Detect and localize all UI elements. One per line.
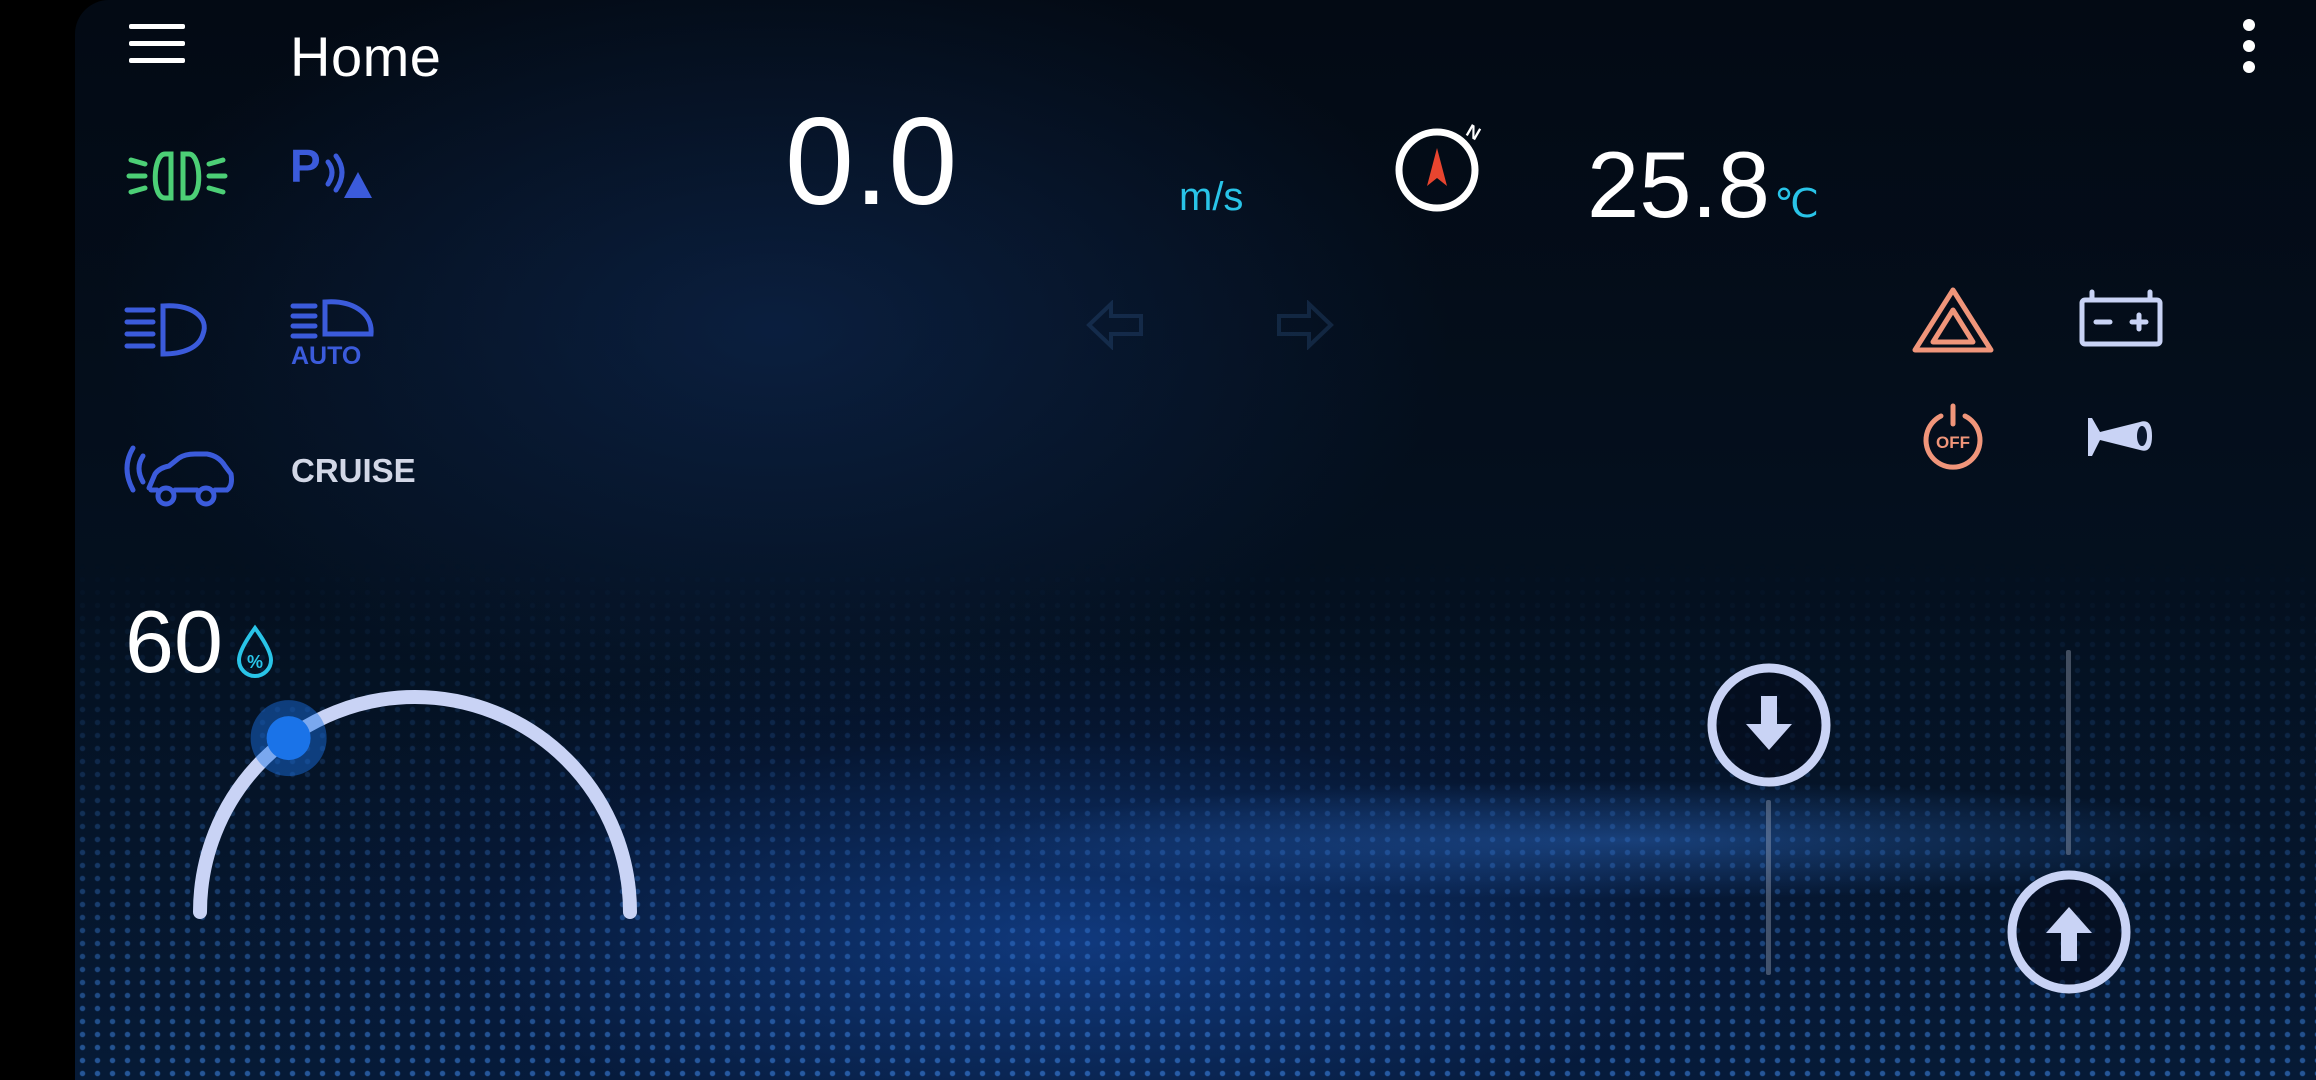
temperature-display: 25.8 ℃ (1587, 138, 1819, 232)
temperature-unit: ℃ (1773, 182, 1819, 226)
power-off-label: OFF (1936, 433, 1970, 452)
arrow-down-icon (1707, 663, 1831, 787)
humidity-arc (193, 690, 637, 919)
speed-value: 0.0 (785, 93, 958, 231)
battery-indicator[interactable] (2078, 288, 2164, 348)
more-vert-icon (2243, 19, 2255, 73)
turn-right-indicator (1275, 300, 1335, 350)
more-options-button[interactable] (2234, 18, 2264, 74)
up-button[interactable] (2006, 869, 2132, 995)
arrow-up-icon (2007, 870, 2131, 994)
fog-light-icon (126, 151, 228, 201)
compass-icon: N (1395, 120, 1484, 212)
menu-button[interactable] (127, 22, 187, 66)
turn-right-icon (1277, 300, 1334, 350)
low-beam-icon (124, 303, 207, 357)
compass[interactable]: N (1395, 118, 1489, 216)
hazard-icon (1912, 287, 1994, 353)
speed-unit: m/s (1179, 175, 1244, 219)
turn-left-icon (1086, 300, 1143, 350)
auto-headlight-icon: AUTO (290, 299, 374, 368)
parking-sensor-indicator[interactable]: P (290, 140, 374, 204)
adaptive-cruise-icon (124, 445, 234, 507)
auto-label: AUTO (291, 342, 361, 368)
turn-left-indicator (1085, 300, 1145, 350)
low-beam-indicator[interactable] (123, 300, 209, 360)
parking-label: P (290, 140, 321, 192)
dashboard-screen: Home P AUTO CRUISE 0.0 m/s N 25.8 ℃ OFF … (75, 0, 2316, 1080)
auto-headlight-indicator[interactable]: AUTO (289, 298, 379, 368)
humidity-slider[interactable] (185, 640, 645, 930)
fog-light-indicator[interactable] (125, 148, 229, 204)
temperature-value: 25.8 (1587, 132, 1770, 237)
hazard-button[interactable] (1911, 286, 1995, 354)
down-button[interactable] (1706, 662, 1832, 788)
power-off-icon: OFF (1923, 403, 1983, 470)
horn-icon (2088, 418, 2152, 456)
horn-button[interactable] (2084, 410, 2156, 464)
adaptive-cruise-indicator[interactable] (119, 438, 235, 510)
up-slider-track (2066, 650, 2071, 855)
menu-icon (129, 24, 185, 63)
power-off-button[interactable]: OFF (1919, 402, 1987, 470)
page-title: Home (290, 25, 442, 88)
cruise-label: CRUISE (291, 452, 416, 489)
humidity-slider-knob[interactable] (266, 716, 311, 761)
battery-icon (2079, 289, 2163, 347)
down-slider-track (1766, 800, 1771, 975)
parking-sensor-icon: P (290, 140, 372, 198)
